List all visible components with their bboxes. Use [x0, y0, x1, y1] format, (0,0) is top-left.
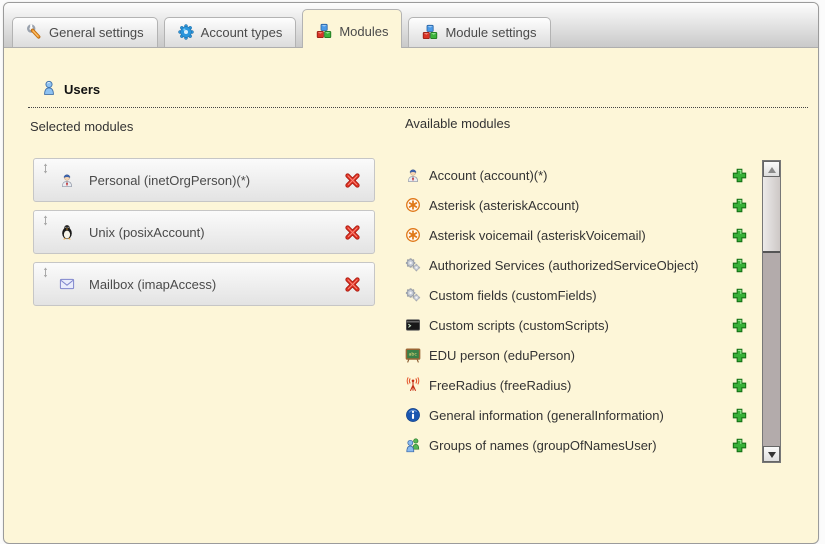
- tab-general-settings[interactable]: General settings: [12, 17, 158, 47]
- gears-icon: [405, 257, 421, 273]
- selected-module-personal[interactable]: Personal (inetOrgPerson)(*): [33, 158, 375, 202]
- add-module-button[interactable]: [731, 407, 748, 424]
- add-module-button[interactable]: [731, 197, 748, 214]
- add-module-button[interactable]: [731, 167, 748, 184]
- remove-module-button[interactable]: [344, 224, 361, 241]
- add-module-button[interactable]: [731, 287, 748, 304]
- available-module-account: Account (account)(*): [405, 160, 748, 190]
- available-modules-list: Account (account)(*) Asterisk (asteriskA…: [405, 160, 748, 460]
- selected-module-mailbox[interactable]: Mailbox (imapAccess): [33, 262, 375, 306]
- available-module-groups-of-names: Groups of names (groupOfNamesUser): [405, 430, 748, 460]
- selected-modules-heading: Selected modules: [30, 119, 133, 134]
- modules-tab-content: Users Selected modules Available modules…: [4, 49, 818, 543]
- available-module-asterisk-voicemail: Asterisk voicemail (asteriskVoicemail): [405, 220, 748, 250]
- wrench-icon: [26, 24, 42, 40]
- remove-module-button[interactable]: [344, 172, 361, 189]
- add-module-button[interactable]: [731, 377, 748, 394]
- modules-icon: [316, 23, 332, 39]
- person-icon: [405, 167, 421, 183]
- available-modules-heading: Available modules: [405, 116, 510, 131]
- user-pawn-icon: [41, 80, 57, 99]
- antenna-icon: [405, 377, 421, 393]
- available-module-custom-scripts: Custom scripts (customScripts): [405, 310, 748, 340]
- group-icon: [405, 437, 421, 453]
- terminal-icon: [405, 317, 421, 333]
- add-module-button[interactable]: [731, 257, 748, 274]
- scroll-down-icon: [768, 452, 776, 458]
- tab-account-types[interactable]: Account types: [164, 17, 297, 47]
- scroll-up-button[interactable]: [763, 161, 780, 177]
- info-icon: [405, 407, 421, 423]
- selected-modules-list: Personal (inetOrgPerson)(*) Unix (posixA…: [33, 158, 375, 314]
- section-header: Users: [41, 80, 100, 99]
- scroll-up-icon: [768, 167, 776, 173]
- asterisk-icon: [405, 227, 421, 243]
- available-module-asterisk: Asterisk (asteriskAccount): [405, 190, 748, 220]
- available-module-authorized-services: Authorized Services (authorizedServiceOb…: [405, 250, 748, 280]
- tab-bar: General settings Account types Modules M…: [4, 3, 818, 48]
- drag-handle-icon[interactable]: [40, 163, 51, 174]
- add-module-button[interactable]: [731, 347, 748, 364]
- add-module-button[interactable]: [731, 437, 748, 454]
- available-module-general-information: General information (generalInformation): [405, 400, 748, 430]
- asterisk-icon: [405, 197, 421, 213]
- mail-icon: [59, 276, 75, 292]
- selected-module-unix[interactable]: Unix (posixAccount): [33, 210, 375, 254]
- tab-modules[interactable]: Modules: [302, 9, 402, 48]
- tab-module-settings[interactable]: Module settings: [408, 17, 550, 47]
- penguin-icon: [59, 224, 75, 240]
- drag-handle-icon[interactable]: [40, 267, 51, 278]
- configuration-panel: General settings Account types Modules M…: [3, 2, 819, 544]
- drag-handle-icon[interactable]: [40, 215, 51, 226]
- modules-icon: [422, 24, 438, 40]
- remove-module-button[interactable]: [344, 276, 361, 293]
- gear-icon: [178, 24, 194, 40]
- add-module-button[interactable]: [731, 317, 748, 334]
- available-module-edu-person: abc EDU person (eduPerson): [405, 340, 748, 370]
- chalkboard-icon: abc: [405, 347, 421, 363]
- add-module-button[interactable]: [731, 227, 748, 244]
- available-module-freeradius: FreeRadius (freeRadius): [405, 370, 748, 400]
- person-icon: [59, 172, 75, 188]
- available-module-custom-fields: Custom fields (customFields): [405, 280, 748, 310]
- available-modules-scrollbar[interactable]: [762, 160, 781, 463]
- scrollbar-thumb[interactable]: [763, 177, 780, 253]
- section-divider: [28, 107, 808, 108]
- svg-text:abc: abc: [409, 352, 418, 358]
- scroll-down-button[interactable]: [763, 446, 780, 462]
- section-title: Users: [64, 82, 100, 97]
- gears-icon: [405, 287, 421, 303]
